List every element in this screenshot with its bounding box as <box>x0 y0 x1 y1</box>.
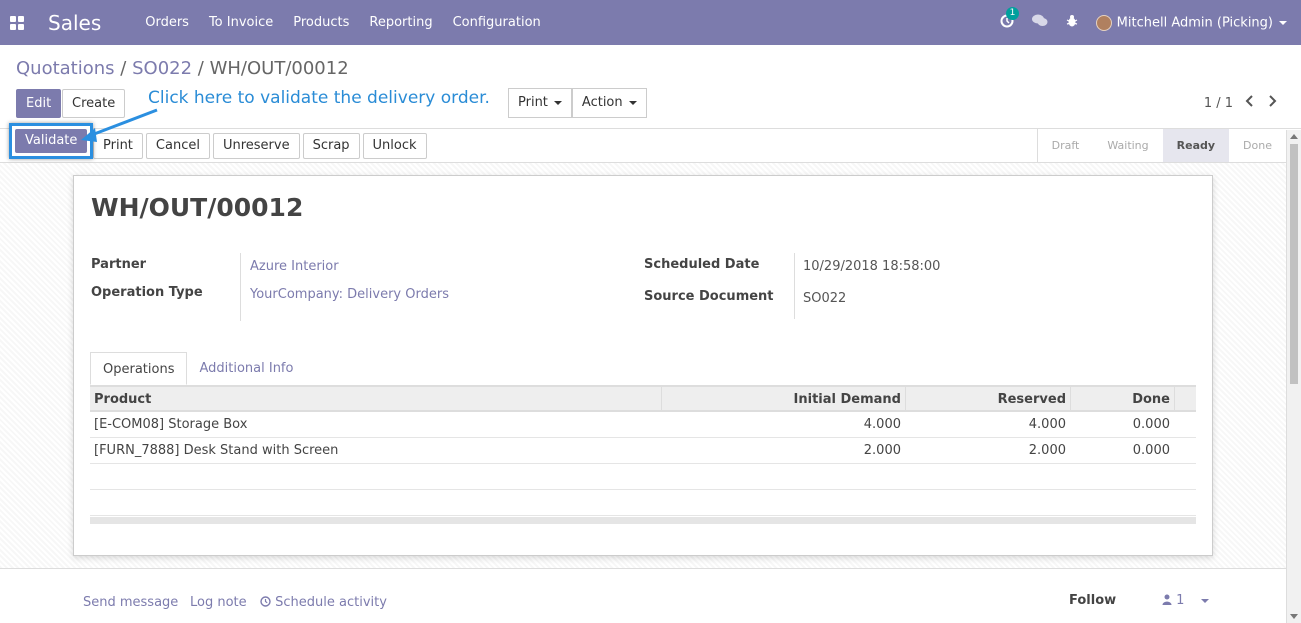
menu-orders[interactable]: Orders <box>135 15 199 30</box>
chevron-down-icon <box>1279 20 1287 25</box>
schedule-activity-button[interactable]: Schedule activity <box>260 595 387 610</box>
print-dropdown[interactable]: Print <box>508 88 572 118</box>
col-spacer <box>1174 387 1196 410</box>
source-document-label: Source Document <box>644 289 774 304</box>
table-row[interactable]: [E-COM08] Storage Box 4.000 4.000 0.000 <box>90 412 1196 438</box>
operation-type-label: Operation Type <box>91 285 203 300</box>
app-title: Sales <box>48 10 102 35</box>
cell-initial-demand: 2.000 <box>863 443 901 458</box>
partner-value[interactable]: Azure Interior <box>250 259 339 274</box>
table-row[interactable]: [FURN_7888] Desk Stand with Screen 2.000… <box>90 438 1196 464</box>
operation-type-value[interactable]: YourCompany: Delivery Orders <box>250 287 449 302</box>
edit-button[interactable]: Edit <box>16 89 62 118</box>
chevron-down-icon <box>628 100 637 105</box>
user-icon <box>1162 594 1172 605</box>
col-product[interactable]: Product <box>90 387 661 410</box>
breadcrumb-quotations[interactable]: Quotations <box>16 58 115 79</box>
form-sheet: WH/OUT/00012 Partner Operation Type Azur… <box>73 175 1213 556</box>
chevron-left-icon[interactable] <box>1245 95 1255 111</box>
scheduled-date-value: 10/29/2018 18:58:00 <box>803 259 941 274</box>
user-name: Mitchell Admin (Picking) <box>1116 15 1273 30</box>
activity-icon[interactable]: 1 <box>1000 6 1020 32</box>
field-divider <box>794 253 795 319</box>
partner-label: Partner <box>91 257 147 272</box>
col-reserved[interactable]: Reserved <box>905 387 1070 410</box>
status-steps: Draft Waiting Ready Done <box>1036 129 1286 162</box>
unlock-button[interactable]: Unlock <box>362 133 427 159</box>
chevron-right-icon[interactable] <box>1267 95 1277 111</box>
scroll-thumb[interactable] <box>1290 144 1298 384</box>
callout-arrow-icon <box>81 108 158 142</box>
cell-done: 0.000 <box>1132 443 1170 458</box>
pager-value: 1 / 1 <box>1203 95 1233 111</box>
operations-table: Product Initial Demand Reserved Done [E-… <box>90 386 1196 516</box>
print-label: Print <box>518 95 548 110</box>
state-draft: Draft <box>1051 139 1080 152</box>
followers-dropdown[interactable]: 1 <box>1162 593 1209 608</box>
user-menu[interactable]: Mitchell Admin (Picking) <box>1095 14 1287 31</box>
scrollbar[interactable] <box>1286 130 1301 623</box>
state-waiting: Waiting <box>1107 139 1149 152</box>
breadcrumb: Quotations / SO022 / WH/OUT/00012 <box>16 58 349 79</box>
scrap-button[interactable]: Scrap <box>302 133 360 159</box>
field-divider <box>240 253 241 321</box>
tutorial-callout: Click here to validate the delivery orde… <box>148 88 490 108</box>
systray: 1 Mitchell Admin (Picking) <box>1000 0 1287 45</box>
cell-product: [FURN_7888] Desk Stand with Screen <box>94 443 339 458</box>
activity-badge: 1 <box>1005 6 1020 20</box>
apps-menu-icon[interactable] <box>10 15 24 30</box>
cell-initial-demand: 4.000 <box>863 417 901 432</box>
sidebar-actions: Print Action <box>508 88 647 118</box>
scroll-down-icon[interactable] <box>1290 614 1298 619</box>
action-dropdown[interactable]: Action <box>571 88 647 118</box>
unreserve-button[interactable]: Unreserve <box>212 133 300 159</box>
col-initial-demand[interactable]: Initial Demand <box>661 387 905 410</box>
statusbar: Print Cancel Unreserve Scrap Unlock Vali… <box>0 123 1301 163</box>
cell-spacer <box>1174 412 1196 437</box>
notebook-tabs: Operations Additional Info <box>90 352 1196 386</box>
table-header: Product Initial Demand Reserved Done <box>90 386 1196 412</box>
follow-button[interactable]: Follow <box>1069 593 1116 608</box>
chat-icon[interactable] <box>1031 14 1048 32</box>
log-note-button[interactable]: Log note <box>190 595 247 610</box>
record-title: WH/OUT/00012 <box>91 193 304 222</box>
followers-count: 1 <box>1176 593 1185 608</box>
debug-bug-icon[interactable] <box>1066 14 1078 32</box>
empty-row <box>90 490 1196 516</box>
chatter: Send message Log note Schedule activity … <box>0 568 1286 623</box>
state-ready: Ready <box>1162 129 1230 162</box>
user-avatar <box>1095 14 1112 31</box>
table-footer <box>90 517 1196 524</box>
breadcrumb-order[interactable]: SO022 <box>132 58 192 79</box>
action-label: Action <box>581 95 623 110</box>
menu-reporting[interactable]: Reporting <box>359 15 442 30</box>
tab-operations[interactable]: Operations <box>90 352 188 385</box>
state-done: Done <box>1243 139 1272 152</box>
tab-additional-info[interactable]: Additional Info <box>187 352 305 385</box>
chevron-down-icon <box>553 100 562 105</box>
breadcrumb-separator: / <box>120 58 127 79</box>
scheduled-date-label: Scheduled Date <box>644 257 760 272</box>
main-menu: Orders To Invoice Products Reporting Con… <box>135 15 551 30</box>
cell-spacer <box>1174 438 1196 463</box>
col-done[interactable]: Done <box>1070 387 1174 410</box>
menu-products[interactable]: Products <box>283 15 359 30</box>
cell-reserved: 4.000 <box>1028 417 1066 432</box>
empty-row <box>90 464 1196 490</box>
send-message-button[interactable]: Send message <box>83 595 178 610</box>
clock-icon <box>260 596 271 607</box>
menu-to-invoice[interactable]: To Invoice <box>199 15 283 30</box>
top-navbar: Sales Orders To Invoice Products Reporti… <box>0 0 1301 45</box>
pager: 1 / 1 <box>1204 95 1277 111</box>
breadcrumb-separator: / <box>197 58 204 79</box>
cell-done: 0.000 <box>1132 417 1170 432</box>
schedule-activity-label: Schedule activity <box>275 595 387 610</box>
breadcrumb-current: WH/OUT/00012 <box>209 58 349 79</box>
chevron-down-icon <box>1200 598 1209 603</box>
cell-product: [E-COM08] Storage Box <box>94 417 248 432</box>
source-document-value: SO022 <box>803 291 847 306</box>
scroll-up-icon[interactable] <box>1290 134 1298 139</box>
menu-configuration[interactable]: Configuration <box>443 15 551 30</box>
cell-reserved: 2.000 <box>1028 443 1066 458</box>
